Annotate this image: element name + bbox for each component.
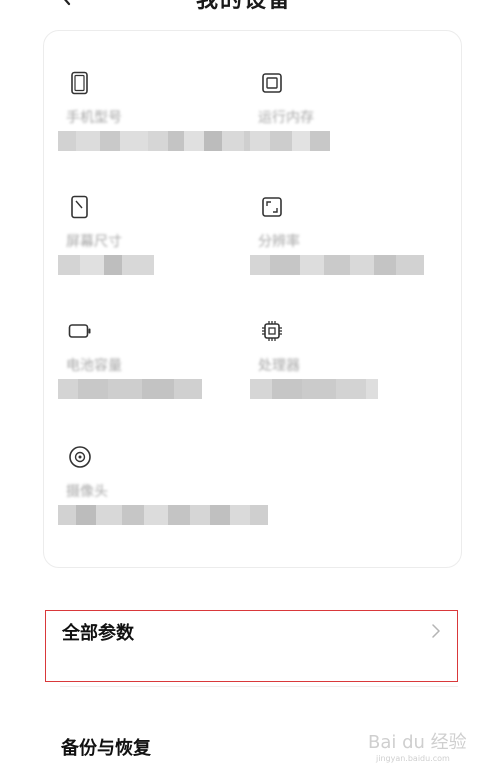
blurred-value [58, 131, 262, 151]
processor-icon [260, 319, 284, 343]
baidu-watermark: Bai du 经验 [368, 732, 467, 753]
spec-label: 摄像头 [66, 484, 108, 500]
phone-outline-icon [68, 71, 92, 95]
spec-label: 运行内存 [258, 110, 314, 126]
chevron-right-icon [431, 623, 441, 639]
screen-size-icon [68, 195, 92, 219]
all-params-label: 全部参数 [62, 623, 134, 644]
blurred-value [58, 379, 202, 399]
blurred-value [250, 255, 424, 275]
blurred-value [58, 505, 268, 525]
memory-chip-icon [260, 71, 284, 95]
spec-label: 手机型号 [66, 110, 122, 126]
backup-restore-label: 备份与恢复 [61, 738, 151, 759]
baidu-watermark-url: jingyan.baidu.com [376, 754, 450, 763]
all-params-row[interactable]: 全部参数 [45, 610, 458, 682]
header-bar: 我的设备 [0, 0, 488, 16]
spec-label: 处理器 [258, 358, 300, 374]
battery-icon [68, 319, 92, 343]
blurred-value [250, 131, 330, 151]
resolution-icon [260, 195, 284, 219]
page-title: 我的设备 [195, 0, 292, 13]
blurred-value [250, 379, 378, 399]
spec-label: 电池容量 [66, 358, 122, 374]
blurred-value [58, 255, 154, 275]
spec-label: 分辨率 [258, 234, 300, 250]
camera-icon [68, 445, 92, 469]
device-info-card: 手机型号 运行内存 屏幕尺寸 分辨率 电池容量 处理器 摄像头 [43, 30, 462, 568]
divider [60, 686, 458, 687]
spec-label: 屏幕尺寸 [66, 234, 122, 250]
